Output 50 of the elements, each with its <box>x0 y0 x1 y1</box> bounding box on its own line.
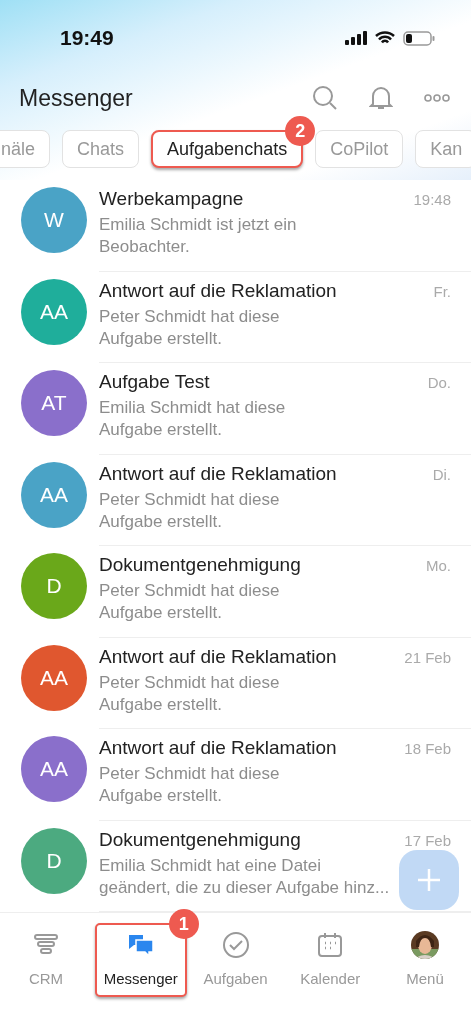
plus-icon <box>416 867 442 893</box>
chat-time: Di. <box>432 464 451 485</box>
chat-avatar: W <box>21 187 87 253</box>
chat-preview: Emilia Schmidt hat eine Datei geändert, die zu dieser Aufgabe hinz... <box>99 854 390 899</box>
battery-icon <box>403 30 435 46</box>
chat-time: 17 Feb <box>404 830 451 851</box>
chat-time: Fr. <box>433 281 451 302</box>
wifi-icon <box>375 30 395 46</box>
header-title: Messenger <box>19 84 134 112</box>
add-button[interactable] <box>399 850 459 910</box>
chat-row[interactable]: AT Aufgabe Test Do. Emilia Schmidt hat diese Aufgabe erstellt. <box>0 363 471 455</box>
chat-avatar: D <box>21 553 87 619</box>
chat-title: Werbekampagne <box>99 188 244 210</box>
chat-row[interactable]: AA Antwort auf die Reklamation 21 Feb Peter Schmidt hat diese Aufgabe erstellt. <box>0 637 471 729</box>
signal-icon <box>345 31 367 45</box>
chat-preview: Emilia Schmidt ist jetzt ein Beobachter. <box>99 214 297 258</box>
chat-avatar: D <box>21 827 87 894</box>
callout-badge: 2 <box>285 116 316 146</box>
chat-time: 21 Feb <box>404 647 451 668</box>
chat-title: Dokumentgenehmigung <box>99 828 301 851</box>
chat-avatar: AT <box>21 370 87 436</box>
chat-time: 18 Feb <box>404 739 451 759</box>
calendar-icon <box>316 931 345 959</box>
chat-title: Dokumentgenehmigung <box>99 554 301 576</box>
chat-row[interactable]: AA Antwort auf die Reklamation 18 Feb Peter Schmidt hat diese Aufgabe erstellt. <box>0 729 471 821</box>
chat-title: Antwort auf die Reklamation <box>99 645 337 668</box>
chat-time: Do. <box>427 373 451 393</box>
chat-avatar: AA <box>21 644 87 711</box>
chat-preview: Peter Schmidt hat diese Aufgabe erstellt. <box>99 305 280 350</box>
chat-title: Antwort auf die Reklamation <box>99 279 337 302</box>
chat-avatar: AA <box>21 736 87 802</box>
chat-title: Antwort auf die Reklamation <box>99 462 337 485</box>
chat-avatar: AA <box>21 278 87 345</box>
check-circle-icon <box>221 931 250 959</box>
chat-avatar: AA <box>21 461 87 528</box>
chat-title: Antwort auf die Reklamation <box>99 737 337 759</box>
chat-row[interactable]: D Dokumentgenehmigung 17 Feb Emilia Schmidt hat eine Datei geändert, die zu dieser Aufgabe hinz... <box>0 820 471 912</box>
chat-preview: Peter Schmidt hat diese Aufgabe erstellt. <box>99 580 280 624</box>
status-time: 19:49 <box>60 26 114 50</box>
chat-time: Mo. <box>426 556 451 576</box>
chat-time: 19:48 <box>413 190 451 210</box>
chat-row[interactable]: AA Antwort auf die Reklamation Fr. Peter Schmidt hat diese Aufgabe erstellt. <box>0 271 471 363</box>
chat-row[interactable]: D Dokumentgenehmigung Mo. Peter Schmidt hat diese Aufgabe erstellt. <box>0 546 471 638</box>
chat-row[interactable]: AA Antwort auf die Reklamation Di. Peter Schmidt hat diese Aufgabe erstellt. <box>0 454 471 546</box>
chat-preview: Peter Schmidt hat diese Aufgabe erstellt. <box>99 763 280 807</box>
chat-preview: Peter Schmidt hat diese Aufgabe erstellt. <box>99 488 280 533</box>
chat-preview: Emilia Schmidt hat diese Aufgabe erstellt. <box>99 397 286 441</box>
chat-row[interactable]: W Werbekampagne 19:48 Emilia Schmidt ist jetzt ein Beobachter. <box>0 180 471 272</box>
chat-preview: Peter Schmidt hat diese Aufgabe erstellt. <box>99 671 280 716</box>
chat-title: Aufgabe Test <box>99 371 210 393</box>
